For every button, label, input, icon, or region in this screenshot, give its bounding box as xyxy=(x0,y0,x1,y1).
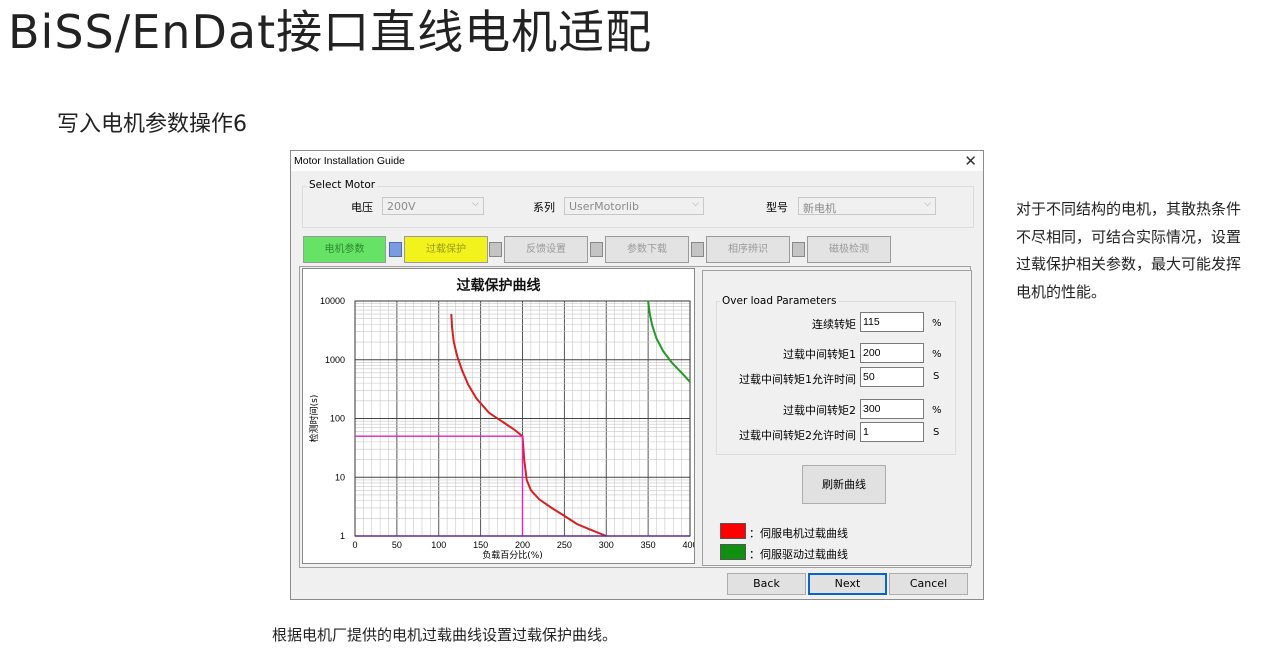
model-select[interactable]: 新电机 ⌵ xyxy=(798,197,936,215)
y-tick-label: 1000 xyxy=(325,355,345,365)
x-axis-label: 负载百分比(%) xyxy=(482,549,543,561)
voltage-select[interactable]: 200V ⌵ xyxy=(382,197,484,215)
y-tick-label: 1 xyxy=(340,531,345,541)
step-separator xyxy=(691,242,704,257)
slide-title: BiSS/EnDat接口直线电机适配 xyxy=(8,5,653,59)
mid-torque2-time-label: 过载中间转矩2允许时间 xyxy=(739,429,856,442)
x-tick-label: 400 xyxy=(682,540,694,550)
step-separator xyxy=(389,242,402,257)
next-button[interactable]: Next xyxy=(808,573,887,595)
x-tick-label: 250 xyxy=(557,540,572,550)
continuous-torque-input[interactable] xyxy=(860,312,924,332)
seconds-unit: S xyxy=(933,427,940,438)
side-note: 对于不同结构的电机，其散热条件不尽相同，可结合实际情况，设置过载保护相关参数，最… xyxy=(1016,200,1242,301)
voltage-label: 电压 xyxy=(351,201,373,214)
mid-torque2-label: 过载中间转矩2 xyxy=(783,404,856,417)
continuous-torque-label: 连续转矩 xyxy=(812,318,856,331)
step-pole-detection[interactable]: 磁极检测 xyxy=(807,236,891,263)
chart-svg: 0 50 100 150 200 250 300 350 400 1 10 100 1000 10000 负… xyxy=(308,296,694,561)
close-icon[interactable]: ✕ xyxy=(964,152,977,170)
chevron-down-icon: ⌵ xyxy=(924,199,931,209)
mid-torque2-time-input[interactable] xyxy=(860,422,924,442)
series-label: 系列 xyxy=(533,201,555,214)
step-separator xyxy=(792,242,805,257)
motor-curve-legend: ：伺服电机过载曲线 xyxy=(749,527,848,540)
mid-torque1-input[interactable] xyxy=(860,343,924,363)
mid-torque1-time-label: 过载中间转矩1允许时间 xyxy=(739,373,856,386)
back-button[interactable]: Back xyxy=(727,573,806,595)
motor-curve-swatch xyxy=(720,523,746,539)
select-motor-label: Select Motor xyxy=(307,179,378,191)
step-phase-identification[interactable]: 相序辨识 xyxy=(706,236,790,263)
window-titlebar: Motor Installation Guide ✕ xyxy=(291,151,983,171)
overload-params-label: Over load Parameters xyxy=(720,295,839,307)
drive-curve-legend: ：伺服驱动过载曲线 xyxy=(749,548,848,561)
refresh-curve-button[interactable]: 刷新曲线 xyxy=(802,465,886,504)
mid-torque2-input[interactable] xyxy=(860,399,924,419)
step-overload-protection[interactable]: 过载保护 xyxy=(404,236,488,263)
step-feedback-settings[interactable]: 反馈设置 xyxy=(504,236,588,263)
series-select[interactable]: UserMotorlib ⌵ xyxy=(564,197,704,215)
model-label: 型号 xyxy=(766,201,788,214)
percent-unit: % xyxy=(932,349,942,360)
voltage-value: 200V xyxy=(387,200,416,213)
step-motor-params[interactable]: 电机参数 xyxy=(303,236,386,263)
seconds-unit: S xyxy=(933,371,940,382)
y-axis-label: 检测时间(s) xyxy=(308,395,320,443)
step-param-download[interactable]: 参数下载 xyxy=(605,236,689,263)
chevron-down-icon: ⌵ xyxy=(472,199,479,209)
step-separator xyxy=(489,242,502,257)
percent-unit: % xyxy=(932,318,942,329)
series-line-0 xyxy=(450,313,607,537)
series-line-1 xyxy=(647,300,691,383)
step-separator xyxy=(590,242,603,257)
overload-chart: 过载保护曲线 050100150200250300350400110100100… xyxy=(302,268,695,564)
x-tick-label: 200 xyxy=(515,540,530,550)
x-tick-label: 300 xyxy=(599,540,614,550)
slide-subtitle: 写入电机参数操作6 xyxy=(57,112,247,137)
mid-torque1-time-input[interactable] xyxy=(860,367,924,387)
x-tick-label: 350 xyxy=(641,540,656,550)
x-tick-label: 0 xyxy=(352,540,357,550)
model-value: 新电机 xyxy=(803,202,836,215)
mid-torque1-label: 过载中间转矩1 xyxy=(783,348,856,361)
y-tick-label: 10000 xyxy=(320,296,345,306)
figure-caption: 根据电机厂提供的电机过载曲线设置过载保护曲线。 xyxy=(272,626,618,644)
chevron-down-icon: ⌵ xyxy=(692,199,699,209)
series-value: UserMotorlib xyxy=(569,200,639,213)
drive-curve-swatch xyxy=(720,544,746,560)
percent-unit: % xyxy=(932,405,942,416)
y-tick-label: 100 xyxy=(330,414,345,424)
x-tick-label: 100 xyxy=(431,540,446,550)
y-tick-label: 10 xyxy=(335,472,345,482)
window-title: Motor Installation Guide xyxy=(294,155,405,167)
x-tick-label: 50 xyxy=(392,540,402,550)
x-tick-label: 150 xyxy=(473,540,488,550)
cancel-button[interactable]: Cancel xyxy=(889,573,968,595)
